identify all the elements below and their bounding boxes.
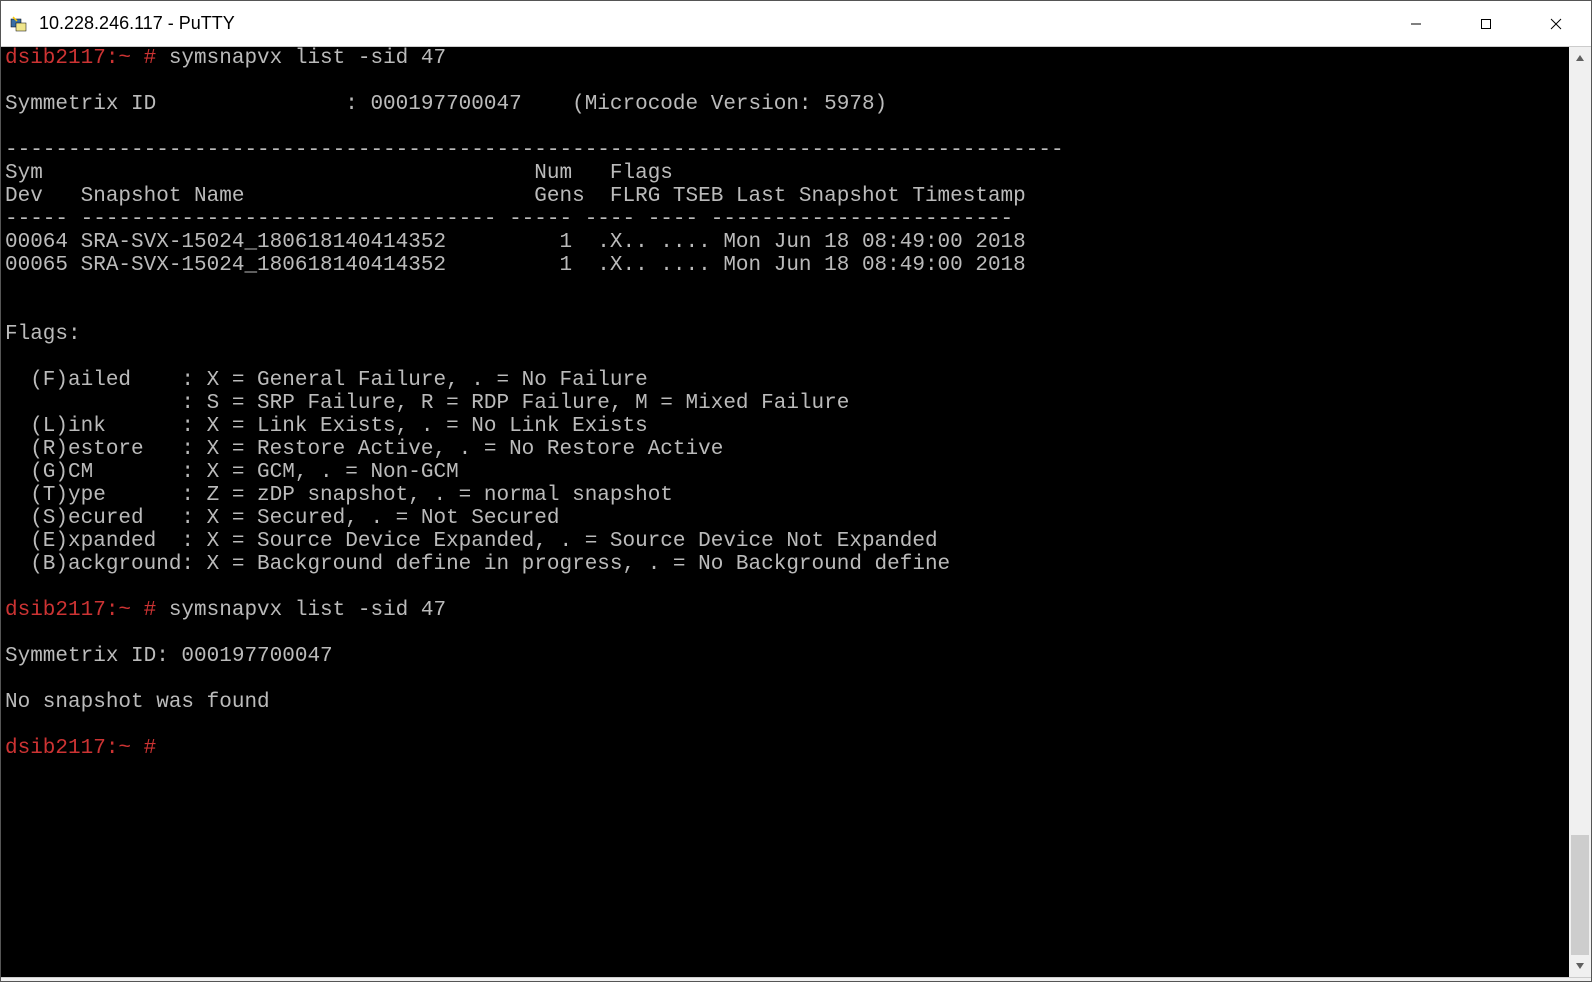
output-line: Flags:: [5, 323, 81, 346]
output-line: (R)estore : X = Restore Active, . = No R…: [5, 438, 723, 461]
putty-icon: [9, 14, 29, 34]
scroll-down-arrow-icon[interactable]: [1569, 955, 1591, 977]
output-line: No snapshot was found: [5, 691, 270, 714]
scroll-thumb[interactable]: [1571, 835, 1589, 955]
maximize-button[interactable]: [1451, 1, 1521, 46]
output-line: Dev Snapshot Name Gens FLRG TSEB Last Sn…: [5, 185, 1026, 208]
output-line: (G)CM : X = GCM, . = Non-GCM: [5, 461, 459, 484]
minimize-button[interactable]: [1381, 1, 1451, 46]
window-title: 10.228.246.117 - PuTTY: [39, 13, 1381, 34]
output-line: (T)ype : Z = zDP snapshot, . = normal sn…: [5, 484, 673, 507]
output-line: : S = SRP Failure, R = RDP Failure, M = …: [5, 392, 849, 415]
window-controls: [1381, 1, 1591, 46]
output-line: ----- --------------------------------- …: [5, 208, 1013, 231]
close-button[interactable]: [1521, 1, 1591, 46]
output-line: (E)xpanded : X = Source Device Expanded,…: [5, 530, 938, 553]
vertical-scrollbar[interactable]: [1569, 47, 1591, 977]
window-border-bottom: [1, 977, 1591, 981]
output-line: (L)ink : X = Link Exists, . = No Link Ex…: [5, 415, 648, 438]
output-line: (F)ailed : X = General Failure, . = No F…: [5, 369, 648, 392]
command-text: symsnapvx list -sid 47: [169, 599, 446, 622]
terminal-output[interactable]: dsib2117:~ # symsnapvx list -sid 47 Symm…: [1, 47, 1569, 977]
shell-prompt: dsib2117:~ #: [5, 599, 169, 622]
terminal-area[interactable]: dsib2117:~ # symsnapvx list -sid 47 Symm…: [1, 47, 1591, 977]
output-line: ----------------------------------------…: [5, 139, 1064, 162]
shell-prompt: dsib2117:~ #: [5, 47, 169, 70]
command-text: symsnapvx list -sid 47: [169, 47, 446, 70]
output-line: Sym Num Flags: [5, 162, 673, 185]
output-line: Symmetrix ID: 000197700047: [5, 645, 333, 668]
output-line: (B)ackground: X = Background define in p…: [5, 553, 950, 576]
output-line: Symmetrix ID : 000197700047 (Microcode V…: [5, 93, 887, 116]
window-titlebar: 10.228.246.117 - PuTTY: [1, 1, 1591, 47]
shell-prompt: dsib2117:~ #: [5, 737, 169, 760]
scroll-up-arrow-icon[interactable]: [1569, 47, 1591, 69]
output-line: (S)ecured : X = Secured, . = Not Secured: [5, 507, 560, 530]
output-line: 00064 SRA-SVX-15024_180618140414352 1 .X…: [5, 231, 1026, 254]
output-line: 00065 SRA-SVX-15024_180618140414352 1 .X…: [5, 254, 1026, 277]
